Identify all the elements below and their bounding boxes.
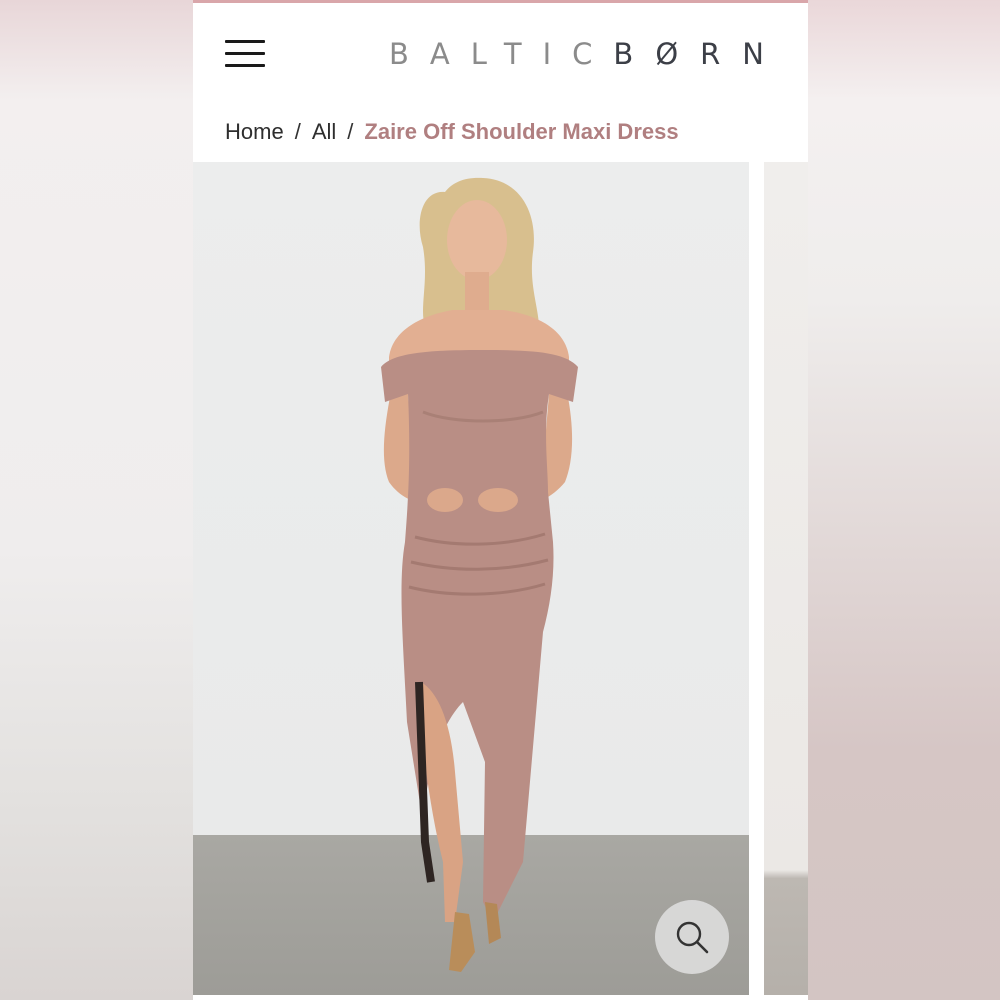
magnifier-icon (676, 921, 709, 954)
blurred-backdrop-right (808, 0, 1000, 1000)
next-product-photo-peek[interactable] (764, 162, 808, 995)
breadcrumb: Home / All / Zaire Off Shoulder Maxi Dre… (225, 117, 679, 147)
hamburger-menu-icon[interactable] (225, 40, 265, 70)
product-photo[interactable] (193, 162, 749, 995)
breadcrumb-separator: / (294, 119, 301, 144)
model-in-dress-image (381, 177, 578, 972)
site-header: BALTIC BØRN (193, 3, 808, 103)
logo-text-dark: BØRN (613, 37, 786, 71)
breadcrumb-separator: / (347, 119, 354, 144)
breadcrumb-current: Zaire Off Shoulder Maxi Dress (364, 119, 679, 144)
product-image-gallery[interactable] (193, 162, 808, 1000)
product-page: BALTIC BØRN Home / All / Zaire Off Shoul… (193, 0, 808, 1000)
breadcrumb-home-link[interactable]: Home (225, 119, 284, 145)
brand-logo[interactable]: BALTIC BØRN (389, 37, 764, 71)
breadcrumb-all-link[interactable]: All (312, 119, 336, 145)
logo-text-light: BALTIC (389, 37, 614, 71)
blurred-backdrop-left (0, 0, 193, 1000)
zoom-button[interactable] (655, 900, 729, 974)
